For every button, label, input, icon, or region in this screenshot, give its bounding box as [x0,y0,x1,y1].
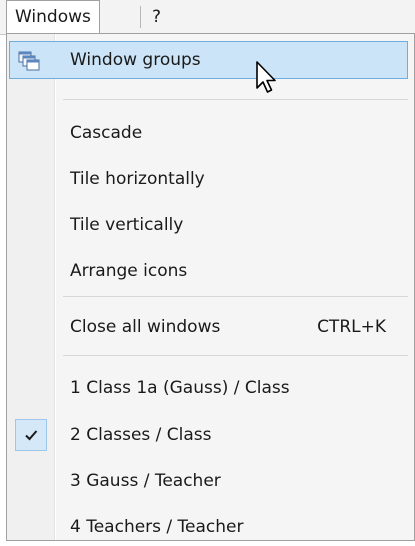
menu-item-tile-horizontally-label: Tile horizontally [70,169,205,189]
menu-item-window-1-label: 1 Class 1a (Gauss) / Class [70,378,290,398]
menubar-help[interactable]: ? [148,0,165,34]
menu-item-tile-vertically[interactable]: Tile vertically [9,206,408,244]
menu-item-window-1[interactable]: 1 Class 1a (Gauss) / Class [9,369,408,407]
menu-separator [63,355,408,356]
menu-item-window-groups-label: Window groups [70,50,201,70]
menu-item-window-2-label: 2 Classes / Class [70,425,212,445]
menubar-help-label: ? [152,7,162,27]
menu-item-window-3[interactable]: 3 Gauss / Teacher [9,462,408,500]
menu-item-close-all-shortcut: CTRL+K [317,317,386,337]
menu-item-tile-vertically-label: Tile vertically [70,215,184,235]
checkmark-icon [25,430,38,441]
menubar-windows[interactable]: Windows [6,0,100,33]
menu-item-window-4[interactable]: 4 Teachers / Teacher [9,508,408,546]
menu-item-window-4-label: 4 Teachers / Teacher [70,517,244,537]
checked-indicator [15,419,47,451]
menu-item-cascade[interactable]: Cascade [9,114,408,152]
menu-item-window-3-label: 3 Gauss / Teacher [70,471,221,491]
menubar-windows-label: Windows [15,7,91,27]
menu-item-arrange-icons-label: Arrange icons [70,261,188,281]
menubar: Windows ? [0,0,415,35]
menu-item-window-2[interactable]: 2 Classes / Class [9,416,408,454]
menu-item-cascade-label: Cascade [70,123,143,143]
window-groups-icon [18,51,40,71]
windows-dropdown-menu: Window groups Cascade Tile horizontally … [6,33,415,541]
menu-item-window-groups[interactable]: Window groups [9,41,408,79]
mouse-cursor-icon [252,60,282,100]
menu-item-close-all-windows[interactable]: Close all windows CTRL+K [9,308,408,346]
menubar-separator [140,6,141,28]
menu-item-arrange-icons[interactable]: Arrange icons [9,252,408,290]
menu-item-close-all-windows-label: Close all windows [70,317,221,337]
menu-separator [63,99,408,100]
menu-item-tile-horizontally[interactable]: Tile horizontally [9,160,408,198]
menu-separator [63,296,408,297]
